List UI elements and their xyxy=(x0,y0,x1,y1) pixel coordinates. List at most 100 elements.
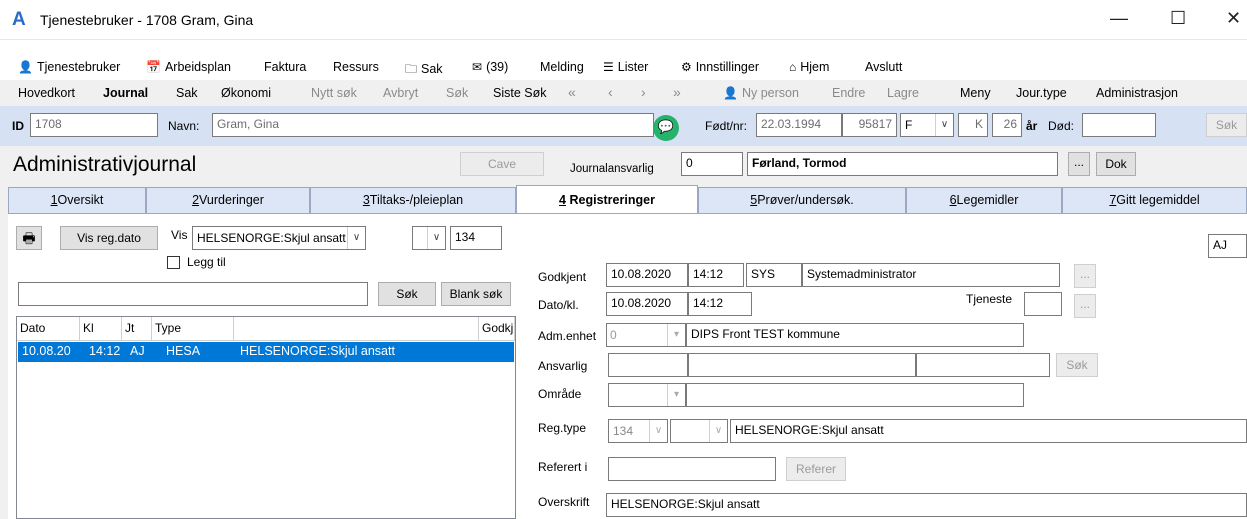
table-row[interactable]: 10.08.20 14:12 AJ HESA HELSENORGE:Skjul … xyxy=(18,342,514,362)
regtype-name-field[interactable]: HELSENORGE:Skjul ansatt xyxy=(730,419,1247,443)
menu-messages[interactable]: ✉ (39) xyxy=(472,60,508,74)
responsible-lookup-button[interactable]: ... xyxy=(1068,152,1090,176)
vis-filter-select[interactable]: HELSENORGE:Skjul ansatt ∨ xyxy=(192,226,366,250)
list-search-input[interactable] xyxy=(18,282,368,306)
cell-kl: 14:12 xyxy=(89,344,121,358)
menu-jourtype[interactable]: Jour.type xyxy=(1016,86,1067,100)
menu-sak[interactable]: 🗀 Sak xyxy=(405,60,443,81)
cave-button[interactable]: Cave xyxy=(460,152,544,176)
prev-icon[interactable]: ‹ xyxy=(608,84,613,100)
ansvarlig-search-button[interactable]: Søk xyxy=(1056,353,1098,377)
menu-hjem[interactable]: ⌂ Hjem xyxy=(789,60,829,74)
menu-faktura[interactable]: Faktura xyxy=(264,60,306,74)
dato-date-field[interactable]: 10.08.2020 xyxy=(606,292,688,316)
tab-gitt-legemiddel[interactable]: 7Gitt legemiddel xyxy=(1062,187,1247,213)
responsible-name-field[interactable]: Førland, Tormod xyxy=(747,152,1058,176)
referer-button[interactable]: Referer xyxy=(786,457,846,481)
column-header-kl[interactable]: Kl xyxy=(80,317,122,341)
tab-prover[interactable]: 5Prøver/undersøk. xyxy=(698,187,906,213)
tjeneste-field[interactable] xyxy=(1024,292,1062,316)
godkjent-name-field[interactable]: Systemadministrator xyxy=(802,263,1060,287)
sex-select[interactable]: F ∨ xyxy=(900,113,954,137)
responsible-id-field[interactable]: 0 xyxy=(681,152,743,176)
last-icon[interactable]: » xyxy=(673,84,681,100)
tab-oversikt[interactable]: 1Oversikt xyxy=(8,187,146,213)
regtype-select[interactable]: 134 ∨ xyxy=(608,419,668,443)
list-search-button[interactable]: Søk xyxy=(378,282,436,306)
dato-time-field[interactable]: 14:12 xyxy=(688,292,752,316)
adm-enhet-name-field[interactable]: DIPS Front TEST kommune xyxy=(686,323,1024,347)
legg-til-checkbox[interactable] xyxy=(167,256,180,269)
column-header-jt[interactable]: Jt xyxy=(122,317,152,341)
godkjent-date-field[interactable]: 10.08.2020 xyxy=(606,263,688,287)
dok-button[interactable]: Dok xyxy=(1096,152,1136,176)
godkjent-user-field[interactable]: SYS xyxy=(746,263,802,287)
code-field[interactable]: 134 xyxy=(450,226,502,250)
menu-ressurs[interactable]: Ressurs xyxy=(333,60,379,74)
referert-field[interactable] xyxy=(608,457,776,481)
menu-journal[interactable]: Journal xyxy=(103,86,148,100)
printer-icon: 🖶 xyxy=(22,230,36,246)
menu-sok[interactable]: Søk xyxy=(446,86,468,100)
age-field[interactable]: 26 xyxy=(992,113,1022,137)
menu-hovedkort[interactable]: Hovedkort xyxy=(18,86,75,100)
omrade-name-field[interactable] xyxy=(686,383,1024,407)
menu-siste-sok[interactable]: Siste Søk xyxy=(493,86,547,100)
menu-nytt-sok[interactable]: Nytt søk xyxy=(311,86,357,100)
name-field[interactable]: Gram, Gina xyxy=(212,113,654,137)
adm-enhet-select[interactable]: 0 ▾ xyxy=(606,323,686,347)
menu-administrasjon[interactable]: Administrasjon xyxy=(1096,86,1178,100)
menu-lagre[interactable]: Lagre xyxy=(887,86,919,100)
chat-icon[interactable]: 💬 xyxy=(653,115,679,141)
next-icon[interactable]: › xyxy=(641,84,646,100)
ansvarlig-extra-field[interactable] xyxy=(916,353,1050,377)
godkjent-label: Godkjent xyxy=(538,270,587,284)
aj-field[interactable]: AJ xyxy=(1208,234,1247,258)
minimize-button[interactable]: — xyxy=(1110,8,1128,29)
menu-label: Hjem xyxy=(800,60,830,74)
godkjent-time-field[interactable]: 14:12 xyxy=(688,263,744,287)
menu-okonomi[interactable]: Økonomi xyxy=(221,86,271,100)
menu-melding[interactable]: Melding xyxy=(540,60,584,74)
secondary-filter-select[interactable]: ∨ xyxy=(412,226,446,250)
ansvarlig-name-field[interactable] xyxy=(688,353,916,377)
pnr-field[interactable]: 95817 xyxy=(842,113,897,137)
id-field[interactable]: 1708 xyxy=(30,113,158,137)
menu-endre[interactable]: Endre xyxy=(832,86,865,100)
chevron-down-icon: ∨ xyxy=(427,227,445,249)
menu-innstillinger[interactable]: ⚙ Innstillinger xyxy=(681,60,759,74)
tab-legemidler[interactable]: 6Legemidler xyxy=(906,187,1062,213)
maximize-button[interactable]: ☐ xyxy=(1170,8,1186,29)
menu-avslutt[interactable]: Avslutt xyxy=(865,60,902,74)
menu-tjenestebruker[interactable]: 👤 Tjenestebruker xyxy=(18,60,120,74)
dod-field[interactable] xyxy=(1082,113,1156,137)
column-header-dato[interactable]: Dato xyxy=(17,317,80,341)
menu-arbeidsplan[interactable]: 📅 Arbeidsplan xyxy=(146,60,231,74)
vis-reg-dato-button[interactable]: Vis reg.dato xyxy=(60,226,158,250)
first-icon[interactable]: « xyxy=(568,84,576,100)
column-header-desc[interactable] xyxy=(234,317,479,341)
tab-registreringer[interactable]: 4 Registreringer xyxy=(516,185,698,215)
tab-tiltaksplan[interactable]: 3Tiltaks-/pleieplan xyxy=(310,187,516,213)
patient-search-button[interactable]: Søk xyxy=(1206,113,1247,137)
omrade-select[interactable]: ▾ xyxy=(608,383,686,407)
dob-field[interactable]: 22.03.1994 xyxy=(756,113,842,137)
k-field[interactable]: K xyxy=(958,113,988,137)
tab-vurderinger[interactable]: 2Vurderinger xyxy=(146,187,310,213)
godkjent-lookup-button[interactable]: ... xyxy=(1074,264,1096,288)
tjeneste-lookup-button[interactable]: ... xyxy=(1074,294,1096,318)
menu-sak2[interactable]: Sak xyxy=(176,86,198,100)
regtype-sub-select[interactable]: ∨ xyxy=(670,419,728,443)
print-button[interactable]: 🖶 xyxy=(16,226,42,250)
menu-avbryt[interactable]: Avbryt xyxy=(383,86,418,100)
ansvarlig-code-field[interactable] xyxy=(608,353,688,377)
menu-lister[interactable]: ☰ Lister xyxy=(603,60,648,74)
menu-meny[interactable]: Meny xyxy=(960,86,991,100)
menu-ny-person[interactable]: 👤 Ny person xyxy=(723,86,799,100)
column-header-type[interactable]: Type xyxy=(152,317,234,341)
overskrift-field[interactable]: HELSENORGE:Skjul ansatt xyxy=(606,493,1247,517)
close-button[interactable]: ✕ xyxy=(1226,8,1241,29)
column-header-godkj[interactable]: Godkj xyxy=(479,317,515,341)
registrations-list: Dato Kl Jt Type Godkj 10.08.20 14:12 AJ … xyxy=(16,316,516,519)
blank-search-button[interactable]: Blank søk xyxy=(441,282,511,306)
